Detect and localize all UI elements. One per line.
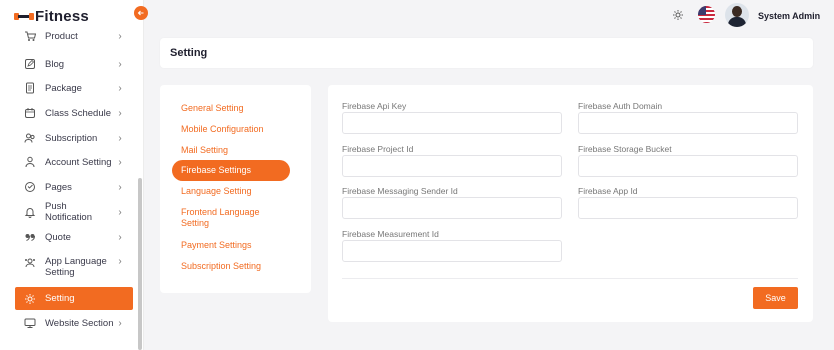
firebase-storage-bucket-label: Firebase Storage Bucket [578, 144, 672, 154]
language-flag-icon[interactable] [698, 6, 715, 23]
sidebar-item-push-notification[interactable]: Push Notification › [15, 201, 133, 223]
cart-icon [23, 30, 37, 43]
arrow-left-icon [137, 10, 144, 16]
menu-item-subscription-setting[interactable]: Subscription Setting [172, 261, 290, 272]
firebase-messaging-sender-id-label: Firebase Messaging Sender Id [342, 186, 458, 196]
sidebar-item-label: Product [45, 30, 78, 42]
firebase-measurement-id-label: Firebase Measurement Id [342, 229, 439, 239]
sidebar: Fitness Product › Blog › Package › Class… [0, 0, 144, 350]
monitor-icon [23, 316, 37, 330]
firebase-api-key-label: Firebase Api Key [342, 101, 407, 111]
sidebar-item-label: Setting [45, 293, 75, 304]
sidebar-item-package[interactable]: Package › [15, 77, 133, 99]
firebase-project-id-label: Firebase Project Id [342, 144, 414, 154]
firebase-app-id-label: Firebase App Id [578, 186, 638, 196]
chevron-right-icon: › [118, 231, 122, 243]
quote-icon [23, 230, 37, 244]
chevron-right-icon: › [118, 30, 122, 42]
bell-icon [23, 205, 37, 219]
calendar-icon [23, 106, 37, 120]
sidebar-item-label: Subscription [45, 132, 98, 144]
menu-item-language-setting[interactable]: Language Setting [172, 186, 290, 197]
sidebar-item-label: Website Section [45, 317, 114, 329]
sidebar-item-quote[interactable]: Quote › [15, 226, 133, 248]
sidebar-collapse-button[interactable] [134, 6, 148, 20]
sidebar-item-label: Pages [45, 181, 72, 193]
menu-item-firebase-settings[interactable]: Firebase Settings [172, 160, 290, 181]
app-logo[interactable]: Fitness [14, 7, 89, 25]
pages-icon [23, 180, 37, 194]
menu-item-mobile-configuration[interactable]: Mobile Configuration [172, 124, 290, 135]
firebase-api-key-input[interactable] [342, 112, 562, 134]
firebase-storage-bucket-input[interactable] [578, 155, 798, 177]
form-divider [342, 278, 798, 279]
firebase-measurement-id-input[interactable] [342, 240, 562, 262]
sidebar-item-label: Push Notification [45, 201, 92, 223]
sidebar-item-website-section[interactable]: Website Section › [15, 312, 133, 334]
sidebar-item-app-language-setting[interactable]: App Language Setting › [15, 253, 133, 283]
settings-gear-icon[interactable] [672, 9, 684, 21]
sidebar-nav: Product › Blog › Package › Class Schedul… [0, 30, 143, 350]
sidebar-item-pages[interactable]: Pages › [15, 176, 133, 198]
firebase-messaging-sender-id-input[interactable] [342, 197, 562, 219]
save-button[interactable]: Save [753, 287, 798, 309]
sidebar-item-label: Class Schedule [45, 107, 112, 119]
sidebar-item-label: Quote [45, 231, 71, 243]
user-name[interactable]: System Admin [758, 11, 820, 21]
firebase-auth-domain-input[interactable] [578, 112, 798, 134]
menu-item-frontend-language-setting[interactable]: Frontend Language Setting [172, 207, 272, 229]
page-title: Setting [170, 47, 208, 59]
sidebar-item-label: Package [45, 82, 82, 94]
sidebar-item-label: Blog [45, 58, 65, 70]
chevron-right-icon: › [118, 156, 122, 168]
firebase-auth-domain-label: Firebase Auth Domain [578, 101, 663, 111]
menu-item-general-setting[interactable]: General Setting [172, 103, 290, 114]
sidebar-item-class-schedule[interactable]: Class Schedule › [15, 102, 133, 124]
avatar[interactable] [725, 3, 749, 27]
document-icon [23, 81, 37, 95]
language-icon [23, 256, 37, 270]
chevron-right-icon: › [118, 107, 122, 119]
firebase-app-id-input[interactable] [578, 197, 798, 219]
chevron-right-icon: › [118, 132, 122, 144]
sidebar-item-blog[interactable]: Blog › [15, 53, 133, 75]
sidebar-item-subscription[interactable]: Subscription › [15, 127, 133, 149]
sidebar-item-setting[interactable]: Setting [15, 287, 133, 310]
user-settings-icon [23, 155, 37, 169]
dumbbell-logo-icon [14, 10, 34, 23]
edit-icon [23, 57, 37, 71]
menu-item-payment-settings[interactable]: Payment Settings [172, 240, 290, 251]
sidebar-item-account-setting[interactable]: Account Setting › [15, 151, 133, 173]
chevron-right-icon: › [118, 317, 122, 329]
menu-item-mail-setting[interactable]: Mail Setting [172, 145, 290, 156]
logo-text: Fitness [35, 7, 89, 25]
gear-icon [23, 292, 37, 306]
chevron-right-icon: › [118, 58, 122, 70]
sidebar-item-product[interactable]: Product › [15, 30, 133, 43]
sidebar-scrollbar[interactable] [138, 178, 142, 350]
chevron-right-icon: › [118, 206, 122, 218]
chevron-right-icon: › [118, 181, 122, 193]
chevron-right-icon: › [118, 82, 122, 94]
firebase-project-id-input[interactable] [342, 155, 562, 177]
sidebar-item-label: Account Setting [45, 156, 112, 168]
settings-menu: General Setting Mobile Configuration Mai… [160, 85, 311, 293]
chevron-right-icon: › [118, 256, 122, 267]
page-title-card: Setting [160, 38, 813, 68]
sidebar-item-label: App Language Setting [45, 256, 107, 278]
users-icon [23, 131, 37, 145]
